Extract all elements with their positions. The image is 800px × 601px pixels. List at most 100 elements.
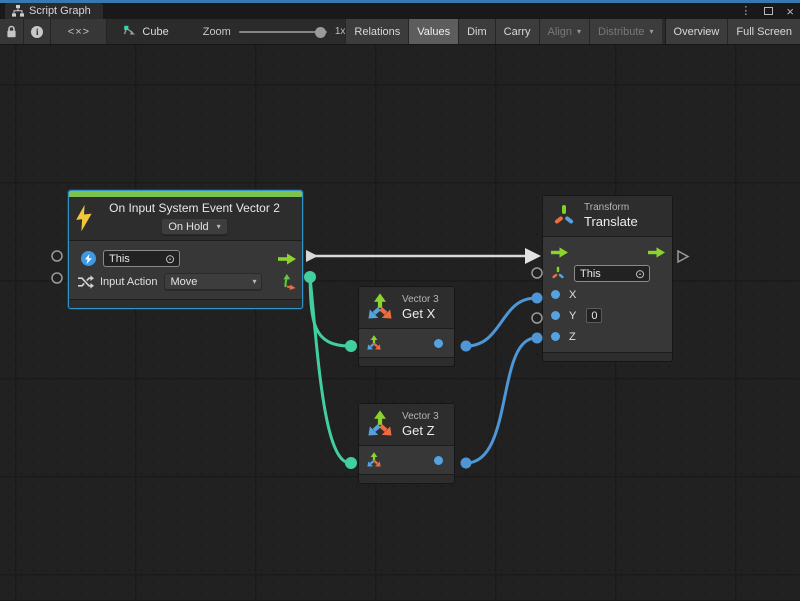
transform-node-footer: [543, 352, 672, 361]
caret-down-icon: ▾: [650, 27, 654, 36]
transform-node-body: This ⊙ X Y 0 Z: [543, 237, 672, 352]
event-this-field[interactable]: This ⊙: [103, 250, 180, 267]
event-this-row: This ⊙: [69, 248, 302, 269]
lock-button[interactable]: [0, 19, 24, 44]
tab-script-graph[interactable]: Script Graph: [5, 3, 103, 19]
transform-x-edge-dot[interactable]: [532, 293, 543, 304]
transform-mini-icon: [551, 266, 565, 281]
transform-this-edge-port[interactable]: [532, 268, 542, 278]
on-hold-dropdown[interactable]: On Hold ▾: [161, 218, 227, 235]
event-node-body: This ⊙ Input Act: [69, 241, 302, 299]
full-screen-button[interactable]: Full Screen: [727, 19, 800, 44]
graph-canvas[interactable]: On Input System Event Vector 2 On Hold ▾…: [0, 45, 800, 600]
flow-input-port[interactable]: [551, 247, 568, 258]
zoom-control: Zoom 1x: [203, 19, 346, 44]
transform-y-row: Y 0: [543, 305, 672, 326]
relations-button[interactable]: Relations: [345, 19, 408, 44]
transform-this-field[interactable]: This ⊙: [574, 265, 650, 282]
object-picker-icon[interactable]: ⊙: [635, 268, 645, 280]
caret-down-icon: ▾: [217, 222, 221, 231]
flow-wire-arrowhead: [525, 248, 541, 264]
transform-y-edge-port[interactable]: [532, 313, 542, 323]
transform-flow-out-triangle[interactable]: [678, 251, 688, 262]
object-picker-icon[interactable]: ⊙: [165, 253, 175, 265]
kebab-menu-icon[interactable]: ⋮: [740, 6, 751, 17]
x-label: X: [569, 289, 576, 301]
info-button[interactable]: i: [24, 19, 51, 44]
values-button[interactable]: Values: [408, 19, 458, 44]
vector3-input-port[interactable]: [366, 452, 382, 468]
vector3-input-port[interactable]: [366, 335, 382, 351]
event-vector2-out-dot[interactable]: [304, 271, 316, 283]
z-label: Z: [569, 331, 576, 343]
flow-output-port[interactable]: [278, 253, 296, 265]
getx-node-footer: [359, 357, 454, 366]
transform-icon: [553, 204, 575, 228]
getz-port-row: [359, 450, 454, 470]
zoom-slider[interactable]: [239, 27, 327, 37]
transform-x-row: X: [543, 284, 672, 305]
vector2-wire-to-getx[interactable]: [310, 277, 350, 346]
inspect-button[interactable]: <×>: [51, 19, 107, 44]
flow-wire-source-arrow[interactable]: [306, 250, 318, 262]
dim-button[interactable]: Dim: [458, 19, 495, 44]
close-icon[interactable]: ×: [786, 5, 794, 18]
overview-button[interactable]: Overview: [665, 19, 728, 44]
event-node-header: On Input System Event Vector 2 On Hold ▾: [69, 197, 302, 240]
flow-output-port[interactable]: [648, 247, 665, 258]
breadcrumb-label: Cube: [142, 26, 168, 38]
distribute-dropdown-button[interactable]: Distribute▾: [589, 19, 661, 44]
getx-output-edge-dot[interactable]: [461, 341, 472, 352]
float-wire-z[interactable]: [466, 338, 536, 463]
vector2-wire-to-getz[interactable]: [310, 277, 350, 463]
getz-input-dot[interactable]: [345, 457, 357, 469]
node-vector3-get-x[interactable]: Vector 3 Get X: [358, 286, 455, 367]
lock-icon: [6, 25, 17, 38]
x-port-dot[interactable]: [551, 290, 560, 299]
info-icon: i: [31, 26, 43, 38]
transform-category: Transform: [584, 202, 638, 213]
zoom-value: 1x: [335, 26, 346, 37]
node-transform-translate[interactable]: Transform Translate: [542, 195, 673, 362]
input-action-label: Input Action: [100, 276, 158, 288]
getx-output-dot[interactable]: [434, 339, 443, 348]
getz-output-edge-dot[interactable]: [461, 458, 472, 469]
event-this-edge-port[interactable]: [52, 251, 62, 261]
getz-node-header: Vector 3 Get Z: [359, 404, 454, 445]
z-port-dot[interactable]: [551, 332, 560, 341]
getx-category: Vector 3: [402, 294, 439, 305]
zoom-slider-track: [239, 31, 327, 33]
getz-output-dot[interactable]: [434, 456, 443, 465]
align-dropdown-button[interactable]: Align▾: [539, 19, 589, 44]
y-value-field[interactable]: 0: [586, 308, 602, 323]
node-on-input-system-event[interactable]: On Input System Event Vector 2 On Hold ▾…: [68, 190, 303, 309]
y-port-dot[interactable]: [551, 311, 560, 320]
getx-name: Get X: [402, 306, 439, 321]
vector3-icon: [366, 293, 394, 321]
vector2-output-port[interactable]: [281, 274, 296, 290]
tab-bar: Script Graph ⋮ ×: [0, 3, 800, 19]
graph-toolbar: i <×> Cube Zoom 1x Relations Values: [0, 19, 800, 45]
transform-name: Translate: [584, 214, 638, 229]
tab-title: Script Graph: [29, 5, 91, 17]
carry-button[interactable]: Carry: [495, 19, 539, 44]
transform-node-header: Transform Translate: [543, 196, 672, 236]
zoom-label: Zoom: [203, 26, 231, 38]
transform-z-row: Z: [543, 326, 672, 347]
move-dropdown[interactable]: Move ▾: [164, 273, 262, 290]
float-wire-x[interactable]: [466, 298, 536, 346]
maximize-icon[interactable]: [764, 7, 773, 15]
transform-flow-row: [543, 242, 672, 263]
toolbar-toggle-group: Relations Values Dim Carry Align▾ Distri…: [345, 19, 800, 44]
getx-input-dot[interactable]: [345, 340, 357, 352]
transform-z-edge-dot[interactable]: [532, 333, 543, 344]
input-action-icon: [78, 275, 94, 289]
zoom-slider-handle[interactable]: [315, 27, 326, 38]
getx-node-header: Vector 3 Get X: [359, 287, 454, 328]
event-action-edge-port[interactable]: [52, 273, 62, 283]
breadcrumb[interactable]: Cube: [123, 19, 168, 44]
node-vector3-get-z[interactable]: Vector 3 Get Z: [358, 403, 455, 484]
graph-asset-icon: [123, 25, 136, 38]
getx-node-body: [359, 329, 454, 357]
getx-port-row: [359, 333, 454, 353]
